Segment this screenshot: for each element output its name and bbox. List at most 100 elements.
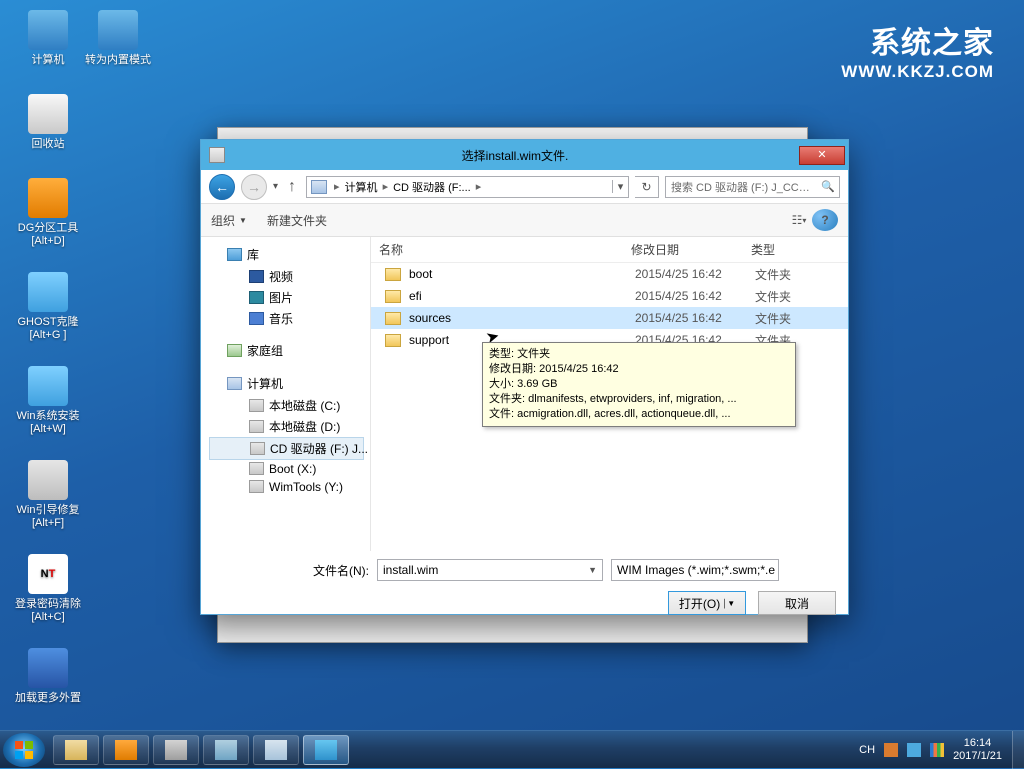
start-button[interactable] — [3, 733, 45, 767]
breadcrumb-sep-icon: ▸ — [473, 180, 485, 193]
file-row[interactable]: efi 2015/4/25 16:42 文件夹 — [371, 285, 848, 307]
sidebar-homegroup[interactable]: 家庭组 — [209, 339, 370, 362]
taskbar-app-4[interactable] — [203, 735, 249, 765]
sidebar-videos[interactable]: 视频 — [209, 266, 370, 287]
folder-icon — [385, 290, 401, 303]
sidebar-drive-c[interactable]: 本地磁盘 (C:) — [209, 395, 370, 416]
column-headers: 名称 修改日期 类型 — [371, 237, 848, 263]
nav-history-dropdown[interactable]: ▾ — [273, 181, 278, 192]
folder-tooltip: 类型: 文件夹 修改日期: 2015/4/25 16:42 大小: 3.69 G… — [482, 342, 796, 427]
nav-back-button[interactable]: ← — [209, 174, 235, 200]
desktop-icon-boot-repair[interactable]: Win引导修复 [Alt+F] — [12, 460, 84, 530]
desktop-icon-label: 加载更多外置 — [15, 692, 81, 704]
folder-icon — [385, 334, 401, 347]
close-icon: ✕ — [817, 149, 826, 161]
computer-icon — [227, 377, 242, 390]
open-button[interactable]: 打开(O)│▼ — [668, 591, 746, 615]
breadcrumb-current[interactable]: CD 驱动器 (F:... — [391, 179, 473, 195]
window-icon — [265, 740, 287, 760]
file-row[interactable]: sources 2015/4/25 16:42 文件夹 — [371, 307, 848, 329]
dialog-title: 选择install.wim文件. — [231, 147, 799, 164]
nav-forward-button[interactable]: → — [241, 174, 267, 200]
video-icon — [249, 270, 264, 283]
desktop-icon-password-clear[interactable]: NT登录密码清除 [Alt+C] — [12, 554, 84, 624]
sidebar-computer[interactable]: 计算机 — [209, 372, 370, 395]
sidebar-pictures[interactable]: 图片 — [209, 287, 370, 308]
desktop-icon-label: 回收站 — [32, 138, 65, 150]
desktop-icon-load-more[interactable]: 加载更多外置 — [12, 648, 84, 705]
col-type[interactable]: 类型 — [751, 241, 848, 258]
disk-icon — [249, 399, 264, 412]
address-bar[interactable]: ▸ 计算机 ▸ CD 驱动器 (F:... ▸ ▾ — [306, 176, 629, 198]
new-folder-button[interactable]: 新建文件夹 — [257, 212, 337, 229]
close-button[interactable]: ✕ — [799, 146, 845, 165]
desktop-icon-label: Win系统安装 [Alt+W] — [17, 410, 80, 435]
show-desktop-button[interactable] — [1012, 731, 1024, 769]
taskbar-app-3[interactable] — [153, 735, 199, 765]
clock-date: 2017/1/21 — [953, 750, 1002, 763]
col-date[interactable]: 修改日期 — [631, 241, 751, 258]
desktop-icon-switch-mode[interactable]: 转为内置模式 — [82, 10, 154, 67]
picture-icon — [249, 291, 264, 304]
partition-tool-icon — [115, 740, 137, 760]
nav-sidebar: 库 视频 图片 音乐 家庭组 计算机 本地磁盘 (C:) 本地磁盘 (D:) C… — [201, 237, 371, 551]
dialog-icon — [209, 147, 225, 163]
windows-logo-icon — [15, 741, 33, 759]
chevron-down-icon: ▼ — [239, 216, 247, 225]
tray-icon-1[interactable] — [884, 743, 898, 757]
tooltip-size: 大小: 3.69 GB — [489, 377, 789, 392]
desktop-icon-label: 转为内置模式 — [85, 54, 151, 66]
hardware-icon — [165, 740, 187, 760]
disk-icon — [249, 462, 264, 475]
desktop-icon-label: GHOST克隆 [Alt+G ] — [17, 316, 78, 341]
view-mode-button[interactable]: ☷▾ — [786, 209, 812, 231]
chevron-down-icon: ▼ — [588, 565, 597, 575]
tray-icon-2[interactable] — [907, 743, 921, 757]
sidebar-music[interactable]: 音乐 — [209, 308, 370, 329]
sidebar-libraries[interactable]: 库 — [209, 243, 370, 266]
taskbar-app-2[interactable] — [103, 735, 149, 765]
desktop-icon-computer[interactable]: 计算机 — [12, 10, 84, 67]
homegroup-icon — [227, 344, 242, 357]
filename-input[interactable]: install.wim▼ — [377, 559, 603, 581]
dialog-footer: 文件名(N): install.wim▼ WIM Images (*.wim;*… — [201, 551, 848, 614]
refresh-button[interactable]: ↻ — [635, 176, 659, 198]
nav-up-button[interactable]: ↑ — [284, 178, 300, 196]
taskbar-clock[interactable]: 16:14 2017/1/21 — [953, 737, 1002, 763]
file-rows: boot 2015/4/25 16:42 文件夹 efi 2015/4/25 1… — [371, 263, 848, 351]
file-row[interactable]: boot 2015/4/25 16:42 文件夹 — [371, 263, 848, 285]
breadcrumb-sep-icon: ▸ — [331, 180, 343, 193]
sidebar-drive-f-cd[interactable]: CD 驱动器 (F:) J... — [209, 437, 364, 460]
sidebar-drive-d[interactable]: 本地磁盘 (D:) — [209, 416, 370, 437]
desktop-icon-win-install[interactable]: Win系统安装 [Alt+W] — [12, 366, 84, 436]
disk-icon — [249, 480, 264, 493]
help-button[interactable]: ? — [812, 209, 838, 231]
sidebar-drive-x[interactable]: Boot (X:) — [209, 460, 370, 478]
folder-icon — [385, 312, 401, 325]
dialog-titlebar[interactable]: 选择install.wim文件. ✕ — [201, 140, 848, 170]
address-dropdown[interactable]: ▾ — [612, 180, 628, 193]
file-manager-icon — [65, 740, 87, 760]
library-icon — [227, 248, 242, 261]
ime-indicator[interactable]: CH — [859, 744, 875, 756]
taskbar-app-6[interactable] — [303, 735, 349, 765]
tooltip-date: 修改日期: 2015/4/25 16:42 — [489, 362, 789, 377]
search-icon: 🔍 — [817, 180, 839, 193]
tray-icon-3[interactable] — [930, 743, 944, 757]
desktop-icon-dg-partition[interactable]: DG分区工具 [Alt+D] — [12, 178, 84, 248]
desktop-icon-recycle-bin[interactable]: 回收站 — [12, 94, 84, 151]
desktop-icon-ghost-clone[interactable]: GHOST克隆 [Alt+G ] — [12, 272, 84, 342]
cd-icon — [250, 442, 265, 455]
breadcrumb-root[interactable]: 计算机 — [343, 179, 380, 195]
filetype-select[interactable]: WIM Images (*.wim;*.swm;*.e▼ — [611, 559, 779, 581]
taskbar: CH 16:14 2017/1/21 — [0, 730, 1024, 768]
cancel-button[interactable]: 取消 — [758, 591, 836, 615]
sidebar-drive-y[interactable]: WimTools (Y:) — [209, 478, 370, 496]
taskbar-app-5[interactable] — [253, 735, 299, 765]
clock-time: 16:14 — [953, 737, 1002, 750]
col-name[interactable]: 名称 — [379, 241, 631, 258]
organize-button[interactable]: 组织▼ — [211, 212, 257, 229]
taskbar-app-1[interactable] — [53, 735, 99, 765]
search-input[interactable]: 搜索 CD 驱动器 (F:) J_CCSA_... 🔍 — [665, 176, 840, 198]
tooltip-folders: 文件夹: dlmanifests, etwproviders, inf, mig… — [489, 392, 789, 407]
